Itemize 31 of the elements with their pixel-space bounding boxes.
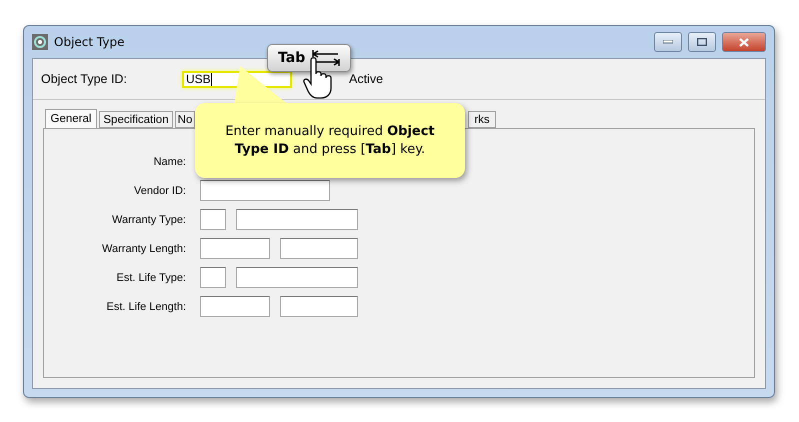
minimize-button[interactable] — [654, 32, 682, 52]
checkbox-label: Active — [349, 72, 384, 86]
tab[interactable]: rks — [468, 111, 496, 128]
input-field[interactable] — [236, 267, 358, 288]
maximize-button[interactable] — [688, 32, 716, 52]
input-field[interactable] — [236, 209, 358, 230]
tab[interactable]: General — [45, 109, 97, 128]
tab-arrows-icon — [311, 49, 342, 67]
field-label: Object Type ID: — [41, 72, 128, 86]
input-field[interactable] — [200, 296, 270, 317]
input-field[interactable] — [280, 238, 358, 259]
input-field[interactable] — [200, 180, 330, 201]
input-field[interactable] — [200, 209, 226, 230]
field-label: Warranty Length: — [102, 242, 186, 254]
tab-key: Tab — [267, 44, 351, 72]
window-title: Object Type — [54, 35, 126, 49]
field-label: Vendor ID: — [134, 184, 186, 196]
close-button[interactable] — [722, 32, 766, 52]
input-field[interactable] — [200, 267, 226, 288]
input-field[interactable] — [200, 238, 270, 259]
input-field[interactable] — [280, 296, 358, 317]
field-label: Name: — [154, 156, 186, 168]
tab[interactable]: Specification — [99, 111, 173, 128]
field-label: Est. Life Type: — [116, 272, 186, 284]
field-label: Warranty Type: — [112, 214, 186, 226]
field-label: Est. Life Length: — [106, 300, 186, 312]
app-icon — [32, 34, 48, 50]
maximize-icon — [697, 38, 707, 46]
close-icon — [739, 38, 749, 46]
minimize-icon — [663, 40, 673, 44]
tab[interactable]: No — [175, 111, 195, 128]
